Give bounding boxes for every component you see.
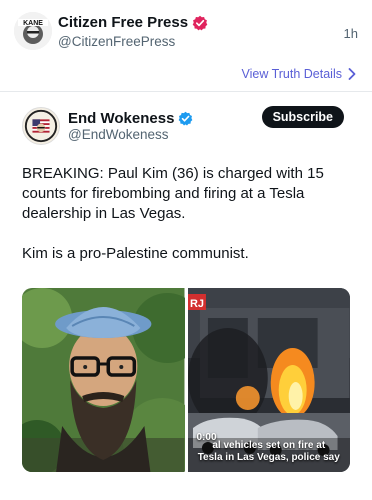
media-gallery: RJ 0:00 al vehicles set on fire at Tesla…: [22, 288, 350, 472]
suspect-photo[interactable]: [22, 288, 185, 472]
post-text-paragraph: BREAKING: Paul Kim (36) is charged with …: [22, 165, 324, 222]
video-thumbnail[interactable]: RJ 0:00 al vehicles set on fire at Tesla…: [187, 288, 351, 472]
video-caption-line: al vehicles set on fire at: [212, 440, 326, 451]
video-caption-line: Tesla in Las Vegas, police say: [197, 452, 340, 463]
view-truth-details-label: View Truth Details: [241, 67, 342, 81]
quoted-post[interactable]: End Wokeness @EndWokeness Subscribe BREA…: [0, 92, 372, 500]
view-truth-details-link[interactable]: View Truth Details: [241, 67, 356, 81]
author-handle[interactable]: @CitizenFreePress: [58, 34, 175, 49]
post-timestamp[interactable]: 1h: [344, 26, 358, 41]
quoted-author-handle[interactable]: @EndWokeness: [68, 127, 169, 142]
avatar-text: KANE: [23, 20, 43, 27]
quoted-author-avatar[interactable]: [22, 107, 60, 145]
subscribe-button[interactable]: Subscribe: [261, 106, 344, 128]
author-avatar[interactable]: KANE: [14, 12, 52, 50]
quoted-author-name[interactable]: End Wokeness: [68, 110, 174, 127]
post-header: KANE Citizen Free Press @CitizenFreePres…: [14, 10, 360, 60]
video-caption: al vehicles set on fire at Tesla in Las …: [188, 440, 351, 464]
author-name[interactable]: Citizen Free Press: [58, 14, 188, 31]
post-text-paragraph: Kim is a pro-Palestine communist.: [22, 245, 249, 262]
verified-pink-badge-icon: [192, 15, 208, 31]
author-name-row: Citizen Free Press: [58, 14, 208, 31]
quoted-post-text: BREAKING: Paul Kim (36) is charged with …: [22, 164, 352, 284]
video-logo: RJ: [189, 298, 203, 310]
chevron-right-icon: [348, 68, 356, 80]
quoted-author-name-row: End Wokeness: [68, 110, 194, 127]
verified-blue-badge-icon: [178, 111, 194, 127]
